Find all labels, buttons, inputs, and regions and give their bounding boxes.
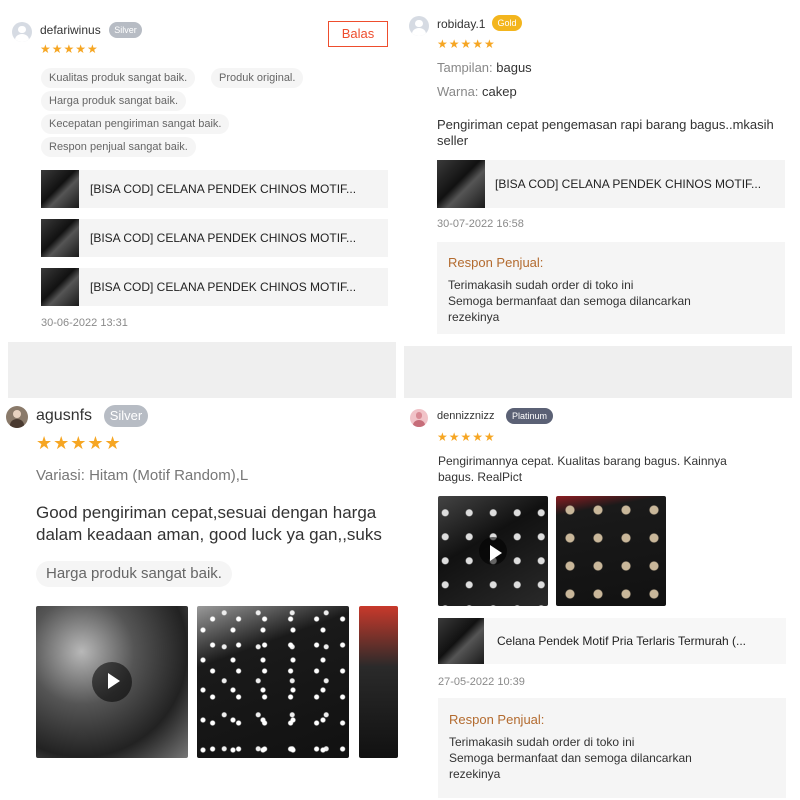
review-tag: Kualitas produk sangat baik.	[41, 68, 196, 88]
seller-response-text: Terimakasih sudah order di toko ini Semo…	[449, 734, 692, 782]
variation-text: Variasi: Hitam (Motif Random),L	[36, 467, 249, 484]
attribute-label: Tampilan:	[437, 60, 493, 75]
product-thumbnail	[438, 618, 484, 664]
rating-stars: ★★★★★	[36, 433, 122, 453]
seller-response-title: Respon Penjual:	[449, 712, 545, 727]
seller-response-title: Respon Penjual:	[448, 255, 544, 270]
rating-stars: ★★★★★	[40, 42, 99, 56]
response-line: rezekinya	[448, 310, 500, 324]
product-thumbnail	[41, 219, 79, 257]
review-photo[interactable]	[556, 496, 666, 606]
review-card-defariwinus: defariwinus Silver Balas ★★★★★ Kualitas …	[0, 0, 398, 398]
review-attribute: Warna: cakep	[437, 84, 517, 100]
comment-line: Good pengiriman cepat,sesuai dengan harg…	[36, 503, 377, 522]
reply-button[interactable]: Balas	[328, 21, 388, 47]
username[interactable]: dennizznizz	[437, 410, 494, 422]
response-line: Semoga bermanfaat dan semoga dilancarkan	[448, 294, 691, 308]
user-avatar-icon[interactable]	[12, 22, 32, 42]
review-card-robiday: robiday.1 Gold ★★★★★ Tampilan: bagus War…	[402, 0, 800, 398]
play-icon[interactable]	[92, 662, 132, 702]
review-tag: Harga produk sangat baik.	[41, 91, 187, 111]
seller-response: Respon Penjual: Terimakasih sudah order …	[437, 242, 785, 334]
membership-badge: Silver	[109, 22, 142, 38]
attribute-value: bagus	[496, 60, 532, 75]
product-link[interactable]: [BISA COD] CELANA PENDEK CHINOS MOTIF...	[41, 268, 388, 306]
response-line: Terimakasih sudah order di toko ini	[449, 735, 635, 749]
review-timestamp: 30-06-2022 13:31	[41, 317, 128, 329]
membership-badge: Gold	[492, 15, 522, 31]
membership-badge: Silver	[104, 405, 148, 427]
review-comment: Pengirimannya cepat. Kualitas barang bag…	[438, 453, 727, 485]
seller-response: Respon Penjual: Terimakasih sudah order …	[438, 698, 786, 798]
username[interactable]: defariwinus	[40, 23, 101, 37]
comment-line: bagus. RealPict	[438, 470, 523, 484]
seller-response-text: Terimakasih sudah order di toko ini Semo…	[448, 277, 691, 325]
rating-stars: ★★★★★	[437, 37, 496, 51]
comment-line: dalam keadaan aman, good luck ya gan,,su…	[36, 525, 382, 544]
section-divider	[404, 346, 792, 398]
review-timestamp: 27-05-2022 10:39	[438, 676, 525, 688]
product-thumbnail	[437, 160, 485, 208]
section-divider	[8, 342, 396, 398]
review-photo[interactable]	[197, 606, 349, 758]
review-video[interactable]	[438, 496, 548, 606]
product-title: [BISA COD] CELANA PENDEK CHINOS MOTIF...	[90, 231, 357, 245]
product-link[interactable]: [BISA COD] CELANA PENDEK CHINOS MOTIF...	[41, 170, 388, 208]
comment-line: Pengirimannya cepat. Kualitas barang bag…	[438, 454, 727, 468]
review-tag: Harga produk sangat baik.	[36, 561, 232, 587]
review-card-dennizznizz: dennizznizz Platinum ★★★★★ Pengirimannya…	[402, 402, 800, 800]
product-thumbnail	[41, 268, 79, 306]
product-thumbnail	[41, 170, 79, 208]
review-video[interactable]	[36, 606, 188, 758]
review-tag: Kecepatan pengiriman sangat baik.	[41, 114, 230, 134]
review-comment: Good pengiriman cepat,sesuai dengan harg…	[36, 502, 398, 546]
user-avatar-icon[interactable]	[6, 406, 28, 428]
review-comment: Pengiriman cepat pengemasan rapi barang …	[437, 117, 774, 148]
response-line: Semoga bermanfaat dan semoga dilancarkan	[449, 751, 692, 765]
rating-stars: ★★★★★	[437, 430, 496, 444]
product-link[interactable]: [BISA COD] CELANA PENDEK CHINOS MOTIF...	[41, 219, 388, 257]
product-link[interactable]: [BISA COD] CELANA PENDEK CHINOS MOTIF...	[437, 160, 785, 208]
product-title: [BISA COD] CELANA PENDEK CHINOS MOTIF...	[90, 280, 357, 294]
username[interactable]: agusnfs	[36, 407, 92, 425]
product-link[interactable]: Celana Pendek Motif Pria Terlaris Termur…	[438, 618, 786, 664]
review-card-agusnfs: agusnfs Silver ★★★★★ Variasi: Hitam (Mot…	[0, 402, 398, 800]
review-attribute: Tampilan: bagus	[437, 60, 532, 76]
membership-badge: Platinum	[506, 408, 553, 424]
review-timestamp: 30-07-2022 16:58	[437, 218, 524, 230]
attribute-value: cakep	[482, 84, 517, 99]
user-avatar-icon[interactable]	[409, 16, 429, 36]
attribute-label: Warna:	[437, 84, 479, 99]
review-tag: Produk original.	[211, 68, 304, 88]
username[interactable]: robiday.1	[437, 17, 485, 31]
review-photo[interactable]	[359, 606, 398, 758]
product-title: [BISA COD] CELANA PENDEK CHINOS MOTIF...	[495, 177, 762, 191]
play-icon[interactable]	[479, 537, 507, 565]
product-title: Celana Pendek Motif Pria Terlaris Termur…	[497, 634, 746, 648]
product-title: [BISA COD] CELANA PENDEK CHINOS MOTIF...	[90, 182, 357, 196]
review-tag: Respon penjual sangat baik.	[41, 137, 196, 157]
response-line: rezekinya	[449, 767, 501, 781]
user-avatar-icon[interactable]	[410, 409, 428, 427]
response-line: Terimakasih sudah order di toko ini	[448, 278, 634, 292]
